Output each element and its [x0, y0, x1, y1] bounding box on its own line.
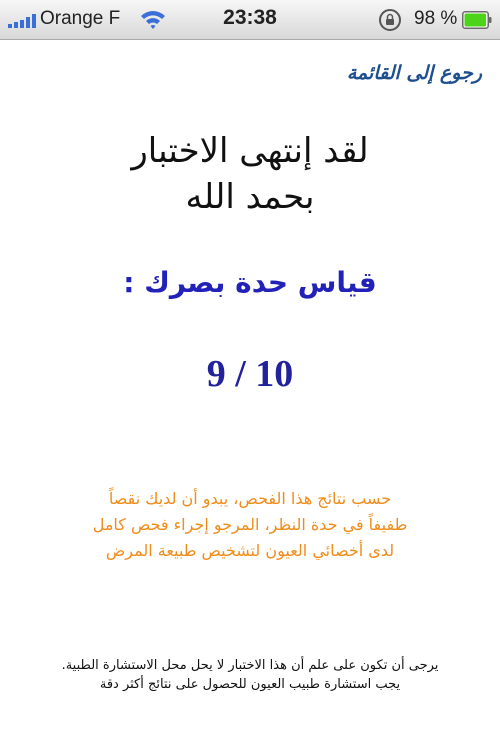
- battery-icon: [462, 11, 492, 29]
- status-bar: Orange F 23:38 98 %: [0, 0, 500, 40]
- medical-disclaimer: يرجى أن تكون على علم أن هذا الاختبار لا …: [20, 656, 480, 694]
- back-to-list-link[interactable]: رجوع إلى القائمة: [347, 62, 482, 84]
- disclaimer-line-1: يرجى أن تكون على علم أن هذا الاختبار لا …: [61, 658, 439, 673]
- visual-acuity-label: قياس حدة بصرك :: [123, 266, 377, 299]
- headline-line-2: بحمد الله: [185, 177, 315, 217]
- test-finished-headline: لقد إنتهى الاختبار بحمد الله: [0, 128, 500, 220]
- advice-line-1: حسب نتائج هذا الفحص، يبدو أن لديك نقصاً: [108, 489, 392, 508]
- advice-line-2: طفيفاً في حدة النظر، المرجو إجراء فحص كا…: [92, 515, 408, 534]
- rotation-lock-icon: [379, 9, 401, 31]
- advice-line-3: لدى أخصائي العيون لتشخيص طبيعة المرض: [105, 541, 395, 560]
- headline-line-1: لقد إنتهى الاختبار: [131, 131, 369, 171]
- battery-fill: [464, 13, 487, 27]
- advice-text: حسب نتائج هذا الفحص، يبدو أن لديك نقصاً …: [40, 486, 460, 564]
- visual-acuity-score: 9 / 10: [206, 353, 294, 395]
- disclaimer-line-2: يجب استشارة طبيب العيون للحصول على نتائج…: [99, 677, 401, 692]
- battery-percent: 98 %: [414, 8, 458, 29]
